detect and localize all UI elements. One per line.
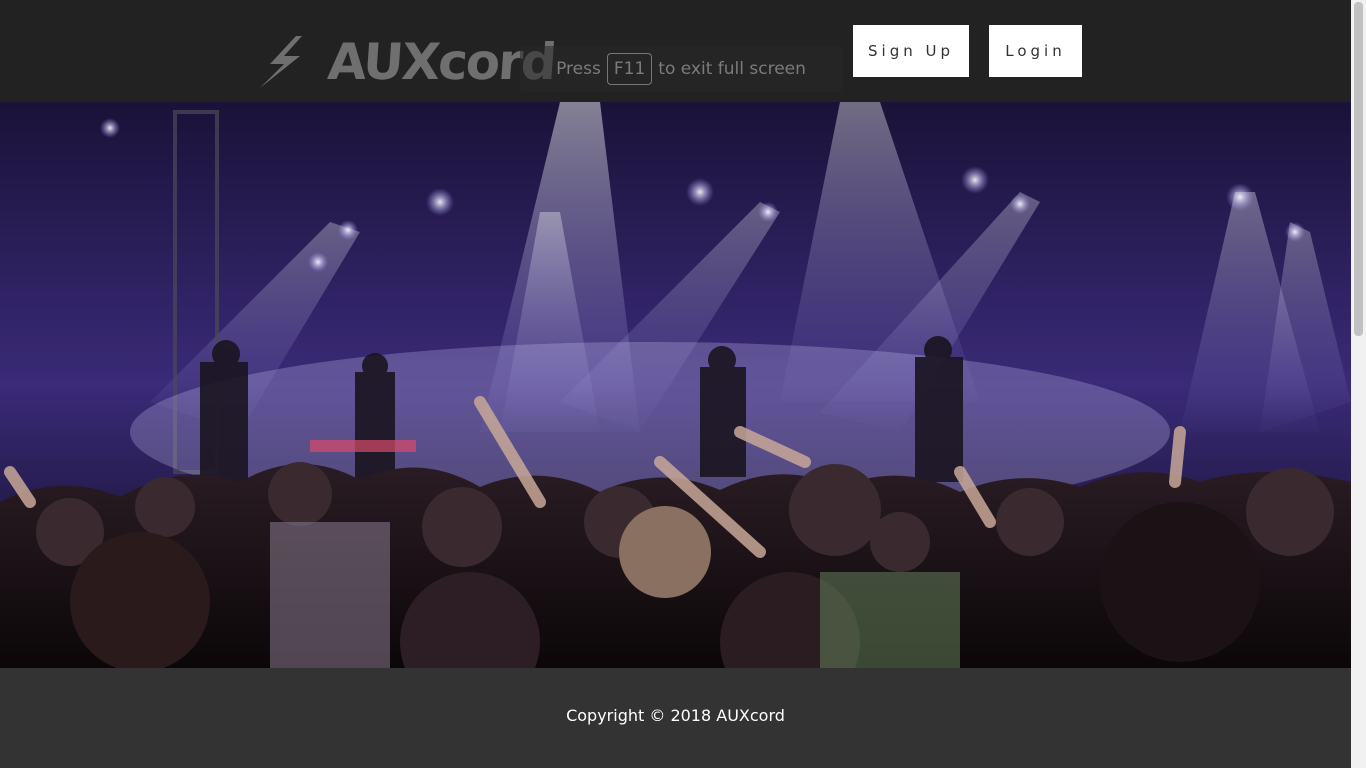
fullscreen-notice-key: F11 (606, 53, 653, 85)
site-header: AUXcord Press F11 to exit full screen Si… (0, 0, 1351, 102)
fullscreen-notice-suffix: to exit full screen (658, 59, 806, 79)
login-button[interactable]: Login (989, 25, 1082, 77)
site-footer: Copyright © 2018 AUXcord (0, 668, 1351, 768)
fullscreen-notice: Press F11 to exit full screen (520, 46, 842, 92)
concert-scene-illustration (0, 102, 1351, 668)
copyright-text: Copyright © 2018 AUXcord (566, 706, 785, 725)
hero-image (0, 102, 1351, 668)
fullscreen-notice-prefix: Press (556, 59, 601, 79)
page-scrollbar[interactable] (1351, 0, 1366, 768)
signup-button[interactable]: Sign Up (853, 25, 969, 77)
lightning-bolt-icon (260, 36, 302, 88)
site-logo[interactable]: AUXcord (256, 33, 557, 91)
scrollbar-thumb[interactable] (1354, 2, 1363, 336)
